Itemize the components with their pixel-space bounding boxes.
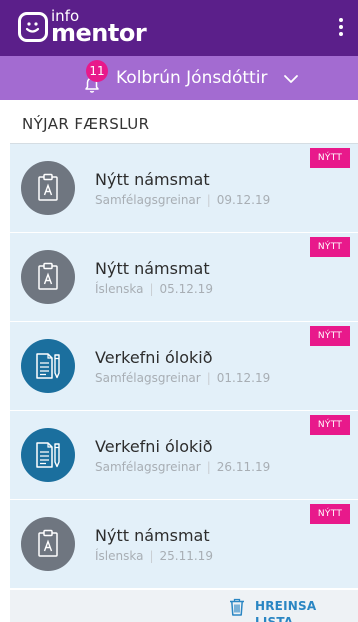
- new-badge: NÝTT: [310, 148, 350, 168]
- item-date: 25.11.19: [159, 549, 213, 563]
- assignment-document-icon: [21, 339, 75, 393]
- new-badge: NÝTT: [310, 237, 350, 257]
- item-title: Verkefni ólokið: [95, 437, 213, 456]
- app-header: info mentor: [0, 0, 358, 56]
- list-item[interactable]: NÝTT Nýtt námsmat Samfélagsgreinar | 09.12…: [10, 144, 358, 233]
- item-title: Nýtt námsmat: [95, 170, 210, 189]
- kebab-menu-icon[interactable]: [338, 18, 344, 38]
- item-title: Nýtt námsmat: [95, 526, 210, 545]
- item-subject: Íslenska: [95, 549, 144, 563]
- infomentor-logo[interactable]: info mentor: [18, 8, 147, 46]
- list-item[interactable]: NÝTT Nýtt námsmat Íslenska | 05.12.19: [10, 233, 358, 322]
- meta-separator: |: [206, 193, 211, 207]
- meta-separator: |: [206, 460, 211, 474]
- new-badge: NÝTT: [310, 504, 350, 524]
- assessment-clipboard-icon: [21, 161, 75, 215]
- item-title: Verkefni ólokið: [95, 348, 213, 367]
- item-subject: Samfélagsgreinar: [95, 460, 201, 474]
- trash-icon[interactable]: [229, 598, 245, 616]
- new-badge: NÝTT: [310, 326, 350, 346]
- item-meta: Samfélagsgreinar | 01.12.19: [95, 370, 270, 386]
- list-footer: HREINSA LISTA: [10, 590, 358, 622]
- section-title: NÝJAR FÆRSLUR: [22, 115, 150, 133]
- user-switcher[interactable]: 11 Kolbrún Jónsdóttir: [0, 56, 358, 100]
- meta-separator: |: [149, 549, 154, 563]
- item-subject: Samfélagsgreinar: [95, 371, 201, 385]
- list-item[interactable]: NÝTT Verkefni ólokið Samfélagsgreinar | 01…: [10, 322, 358, 411]
- item-meta: Íslenska | 25.11.19: [95, 548, 213, 564]
- user-name[interactable]: Kolbrún Jónsdóttir: [116, 67, 267, 89]
- item-date: 26.11.19: [216, 460, 271, 474]
- assessment-clipboard-icon: [21, 517, 75, 571]
- logo-face-icon: [18, 12, 48, 42]
- item-subject: Íslenska: [95, 282, 144, 296]
- assignment-document-icon: [21, 428, 75, 482]
- item-title: Nýtt námsmat: [95, 259, 210, 278]
- meta-separator: |: [149, 282, 154, 296]
- item-subject: Samfélagsgreinar: [95, 193, 201, 207]
- item-date: 09.12.19: [216, 193, 271, 207]
- assessment-clipboard-icon: [21, 250, 75, 304]
- logo-mentor-text: mentor: [51, 19, 147, 47]
- item-date: 05.12.19: [159, 282, 213, 296]
- list-item[interactable]: NÝTT Nýtt námsmat Íslenska | 25.11.19: [10, 500, 358, 589]
- list-item[interactable]: NÝTT Verkefni ólokið Samfélagsgreinar | 26…: [10, 411, 358, 500]
- clear-list-button[interactable]: HREINSA LISTA: [255, 598, 358, 622]
- chevron-down-icon[interactable]: [283, 71, 299, 85]
- item-meta: Íslenska | 05.12.19: [95, 281, 213, 297]
- item-meta: Samfélagsgreinar | 26.11.19: [95, 459, 270, 475]
- item-date: 01.12.19: [216, 371, 271, 385]
- notification-count-badge: 11: [86, 60, 108, 82]
- item-meta: Samfélagsgreinar | 09.12.19: [95, 192, 270, 208]
- meta-separator: |: [206, 371, 211, 385]
- notification-list: NÝTT Nýtt námsmat Samfélagsgreinar | 09.12…: [10, 144, 358, 589]
- new-badge: NÝTT: [310, 415, 350, 435]
